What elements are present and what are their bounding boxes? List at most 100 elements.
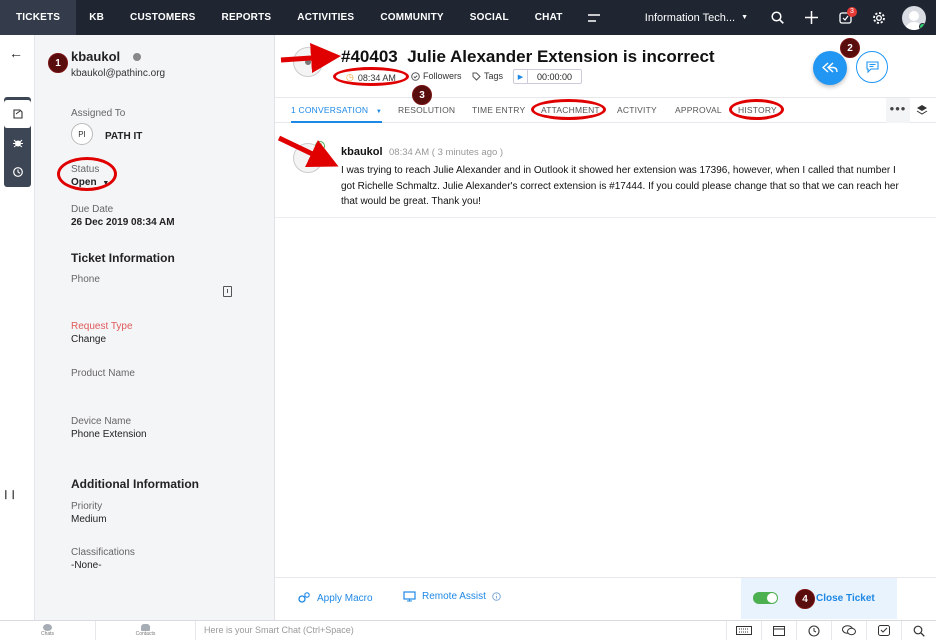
contact-name[interactable]: kbaukol xyxy=(71,49,120,64)
nav-tab-community[interactable]: COMMUNITY xyxy=(367,0,456,35)
annotation-ellipse-status xyxy=(57,157,117,191)
annotation-marker-3: 3 xyxy=(412,85,432,105)
annotation-marker-4: 4 xyxy=(795,589,815,609)
info-icon xyxy=(492,592,501,601)
reply-button[interactable] xyxy=(813,51,847,85)
priority-label: Priority xyxy=(71,501,103,512)
nav-tab-customers[interactable]: CUSTOMERS xyxy=(117,0,209,35)
request-type-label: Request Type xyxy=(71,321,133,332)
annotation-ellipse-history xyxy=(729,99,784,120)
conversation-author[interactable]: kbaukol xyxy=(341,146,383,158)
tab-conversation[interactable]: 1 CONVERSATION ▼ xyxy=(291,98,382,123)
assigned-to-label: Assigned To xyxy=(71,108,126,119)
collapse-handle-icon[interactable]: ❙❙ xyxy=(2,489,17,511)
smart-chat-input[interactable]: Here is your Smart Chat (Ctrl+Space) xyxy=(196,621,726,640)
chats-button[interactable]: Chats xyxy=(0,620,96,640)
history-clock-icon[interactable] xyxy=(4,158,31,186)
ticket-number: #40403 xyxy=(341,47,398,66)
chats-label: Chats xyxy=(40,631,55,637)
nav-tab-tickets[interactable]: TICKETS xyxy=(0,0,77,35)
product-name-label: Product Name xyxy=(71,368,135,379)
chat-bubble-icon xyxy=(43,624,52,631)
tab-time-entry[interactable]: TIME ENTRY xyxy=(472,98,525,123)
online-status-dot xyxy=(919,22,926,30)
layers-icon[interactable] xyxy=(915,103,929,117)
ticket-main: #40403 Julie Alexander Extension is inco… xyxy=(275,35,936,620)
request-type-value[interactable]: Change xyxy=(71,334,106,345)
nav-tab-activities[interactable]: ACTIVITIES xyxy=(284,0,367,35)
notification-badge: 3 xyxy=(847,7,857,17)
settings-gear-icon[interactable] xyxy=(862,0,896,35)
clock-icon[interactable] xyxy=(796,620,831,640)
ticket-properties-icon[interactable] xyxy=(4,100,31,128)
search-icon[interactable] xyxy=(901,620,936,640)
department-selector[interactable]: Information Tech... ▼ xyxy=(645,12,760,24)
apply-macro-button[interactable]: Apply Macro xyxy=(297,591,373,605)
contact-email[interactable]: kbaukol@pathinc.org xyxy=(71,68,165,79)
play-icon[interactable]: ▶ xyxy=(514,70,528,83)
annotation-ellipse-attachment xyxy=(531,99,606,120)
contacts-label: Contacts xyxy=(135,631,156,637)
annotation-marker-2: 2 xyxy=(840,38,860,58)
caret-down-icon: ▼ xyxy=(375,109,382,115)
more-options-icon[interactable]: ••• xyxy=(886,98,910,123)
conversation-thread: ↗ kbaukol 08:34 AM ( 3 minutes ago ) I w… xyxy=(275,123,936,218)
keyboard-icon[interactable] xyxy=(726,620,761,640)
device-name-value[interactable]: Phone Extension xyxy=(71,429,147,440)
add-icon[interactable] xyxy=(794,0,828,35)
followers-label: Followers xyxy=(423,71,462,81)
screen-share-icon[interactable] xyxy=(866,620,901,640)
close-ticket-button[interactable]: Close Ticket xyxy=(816,593,875,604)
ticket-title: #40403 Julie Alexander Extension is inco… xyxy=(341,47,715,67)
author-avatar: ↗ xyxy=(293,141,325,173)
left-tool-strip: ← ❙❙ xyxy=(0,35,35,620)
top-nav: TICKETS KB CUSTOMERS REPORTS ACTIVITIES … xyxy=(0,0,936,35)
add-comment-button[interactable] xyxy=(856,51,888,83)
apply-macro-label: Apply Macro xyxy=(317,592,373,604)
back-arrow-icon[interactable]: ← xyxy=(9,45,23,61)
ticket-subject[interactable]: Julie Alexander Extension is incorrect xyxy=(407,47,714,66)
chat-icon[interactable] xyxy=(831,620,866,640)
conversation-body: I was trying to reach Julie Alexander an… xyxy=(341,165,899,207)
bug-icon[interactable] xyxy=(4,129,31,157)
annotation-marker-1: 1 xyxy=(48,53,68,73)
tags-button[interactable]: Tags xyxy=(472,71,503,81)
priority-value[interactable]: Medium xyxy=(71,514,107,525)
notifications-icon[interactable]: 3 xyxy=(828,0,862,35)
nav-tab-chat[interactable]: CHAT xyxy=(522,0,576,35)
remote-assist-label: Remote Assist xyxy=(422,591,486,602)
nav-tab-reports[interactable]: REPORTS xyxy=(209,0,285,35)
ticket-information-heading: Ticket Information xyxy=(71,251,175,265)
classifications-label: Classifications xyxy=(71,547,135,558)
additional-information-heading: Additional Information xyxy=(71,477,199,491)
followers-button[interactable]: Followers xyxy=(411,71,462,81)
tab-approval[interactable]: APPROVAL xyxy=(675,98,722,123)
department-name: Information Tech... xyxy=(644,11,736,24)
nav-more-icon[interactable] xyxy=(576,0,612,35)
tab-activity[interactable]: ACTIVITY xyxy=(617,98,657,123)
macro-gears-icon xyxy=(298,592,310,603)
due-date-value[interactable]: 26 Dec 2019 08:34 AM xyxy=(71,217,175,228)
user-avatar[interactable] xyxy=(902,5,926,30)
annotation-ellipse-time xyxy=(333,67,409,86)
tag-icon xyxy=(472,72,481,81)
assignee-name[interactable]: PATH IT xyxy=(105,131,142,142)
reply-all-icon xyxy=(822,62,838,73)
classifications-value[interactable]: -None- xyxy=(71,560,102,571)
remote-assist-button[interactable]: Remote Assist xyxy=(403,591,501,602)
time-tracker[interactable]: ▶ 00:00:00 xyxy=(513,69,582,84)
contacts-button[interactable]: Contacts xyxy=(96,620,196,640)
phone-label: Phone xyxy=(71,274,100,285)
bottom-bar: Chats Contacts Here is your Smart Chat (… xyxy=(0,620,936,640)
calendar-icon[interactable] xyxy=(761,620,796,640)
check-circle-icon xyxy=(411,71,420,81)
nav-tab-kb[interactable]: KB xyxy=(76,0,117,35)
search-icon[interactable] xyxy=(760,0,794,35)
due-date-label: Due Date xyxy=(71,204,114,215)
phone-contact-icon[interactable] xyxy=(223,286,232,297)
contact-status-icon xyxy=(133,53,141,61)
nav-tab-social[interactable]: SOCIAL xyxy=(457,0,522,35)
tab-conversation-label: 1 CONVERSATION xyxy=(291,105,369,115)
close-ticket-toggle[interactable] xyxy=(753,592,778,604)
comment-icon xyxy=(865,61,879,73)
